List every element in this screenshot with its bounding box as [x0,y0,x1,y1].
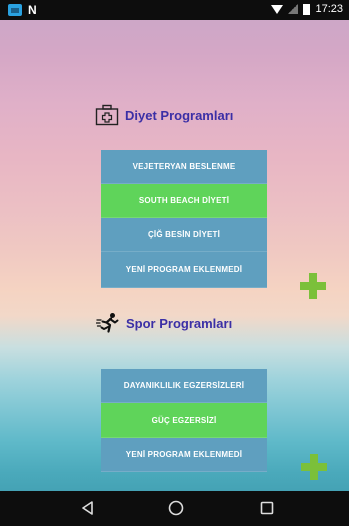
diet-item-new-program[interactable]: YENİ PROGRAM EKLENMEDİ [101,252,267,288]
sport-section-header: Spor Programları [96,312,232,334]
diet-item-south-beach[interactable]: SOUTH BEACH DİYETİ [101,184,267,218]
recents-button[interactable] [255,497,279,519]
status-time: 17:23 [315,3,343,15]
navigation-bar [0,491,349,526]
sport-section-title: Spor Programları [126,315,233,331]
diet-item-vejeteryan[interactable]: VEJETERYAN BESLENME [101,150,267,184]
app-screen: N 17:23 Diyet Programları VEJETERYAN BES… [0,0,349,526]
diet-section-header: Diyet Programları [95,104,233,126]
status-right: 17:23 [271,3,343,15]
diet-section-title: Diyet Programları [125,107,234,123]
runner-icon [96,313,119,333]
wifi-icon [271,4,284,14]
sport-item-guc[interactable]: GÜÇ EGZERSİZİ [101,403,267,438]
sport-item-dayaniklilik[interactable]: DAYANIKLILIK EGZERSİZLERİ [101,369,267,403]
home-circle-icon [168,500,184,516]
add-sport-plus-icon[interactable] [301,454,327,480]
back-button[interactable] [76,497,100,519]
sport-menu: DAYANIKLILIK EGZERSİZLERİ GÜÇ EGZERSİZİ … [101,369,267,472]
gallery-app-icon [8,4,22,16]
first-aid-kit-icon [95,104,119,126]
recents-square-icon [260,501,274,515]
battery-icon [303,3,311,15]
add-diet-plus-icon[interactable] [300,273,326,299]
status-left: N [8,3,37,17]
signal-icon [288,4,299,14]
sport-item-new-program[interactable]: YENİ PROGRAM EKLENMEDİ [101,438,267,472]
diet-item-cig-besin[interactable]: ÇİĞ BESİN DİYETİ [101,218,267,252]
diet-menu: VEJETERYAN BESLENME SOUTH BEACH DİYETİ Ç… [101,150,267,288]
home-button[interactable] [164,497,188,519]
back-triangle-icon [82,501,93,515]
notification-n-icon: N [28,3,37,17]
status-bar: N 17:23 [0,0,349,20]
